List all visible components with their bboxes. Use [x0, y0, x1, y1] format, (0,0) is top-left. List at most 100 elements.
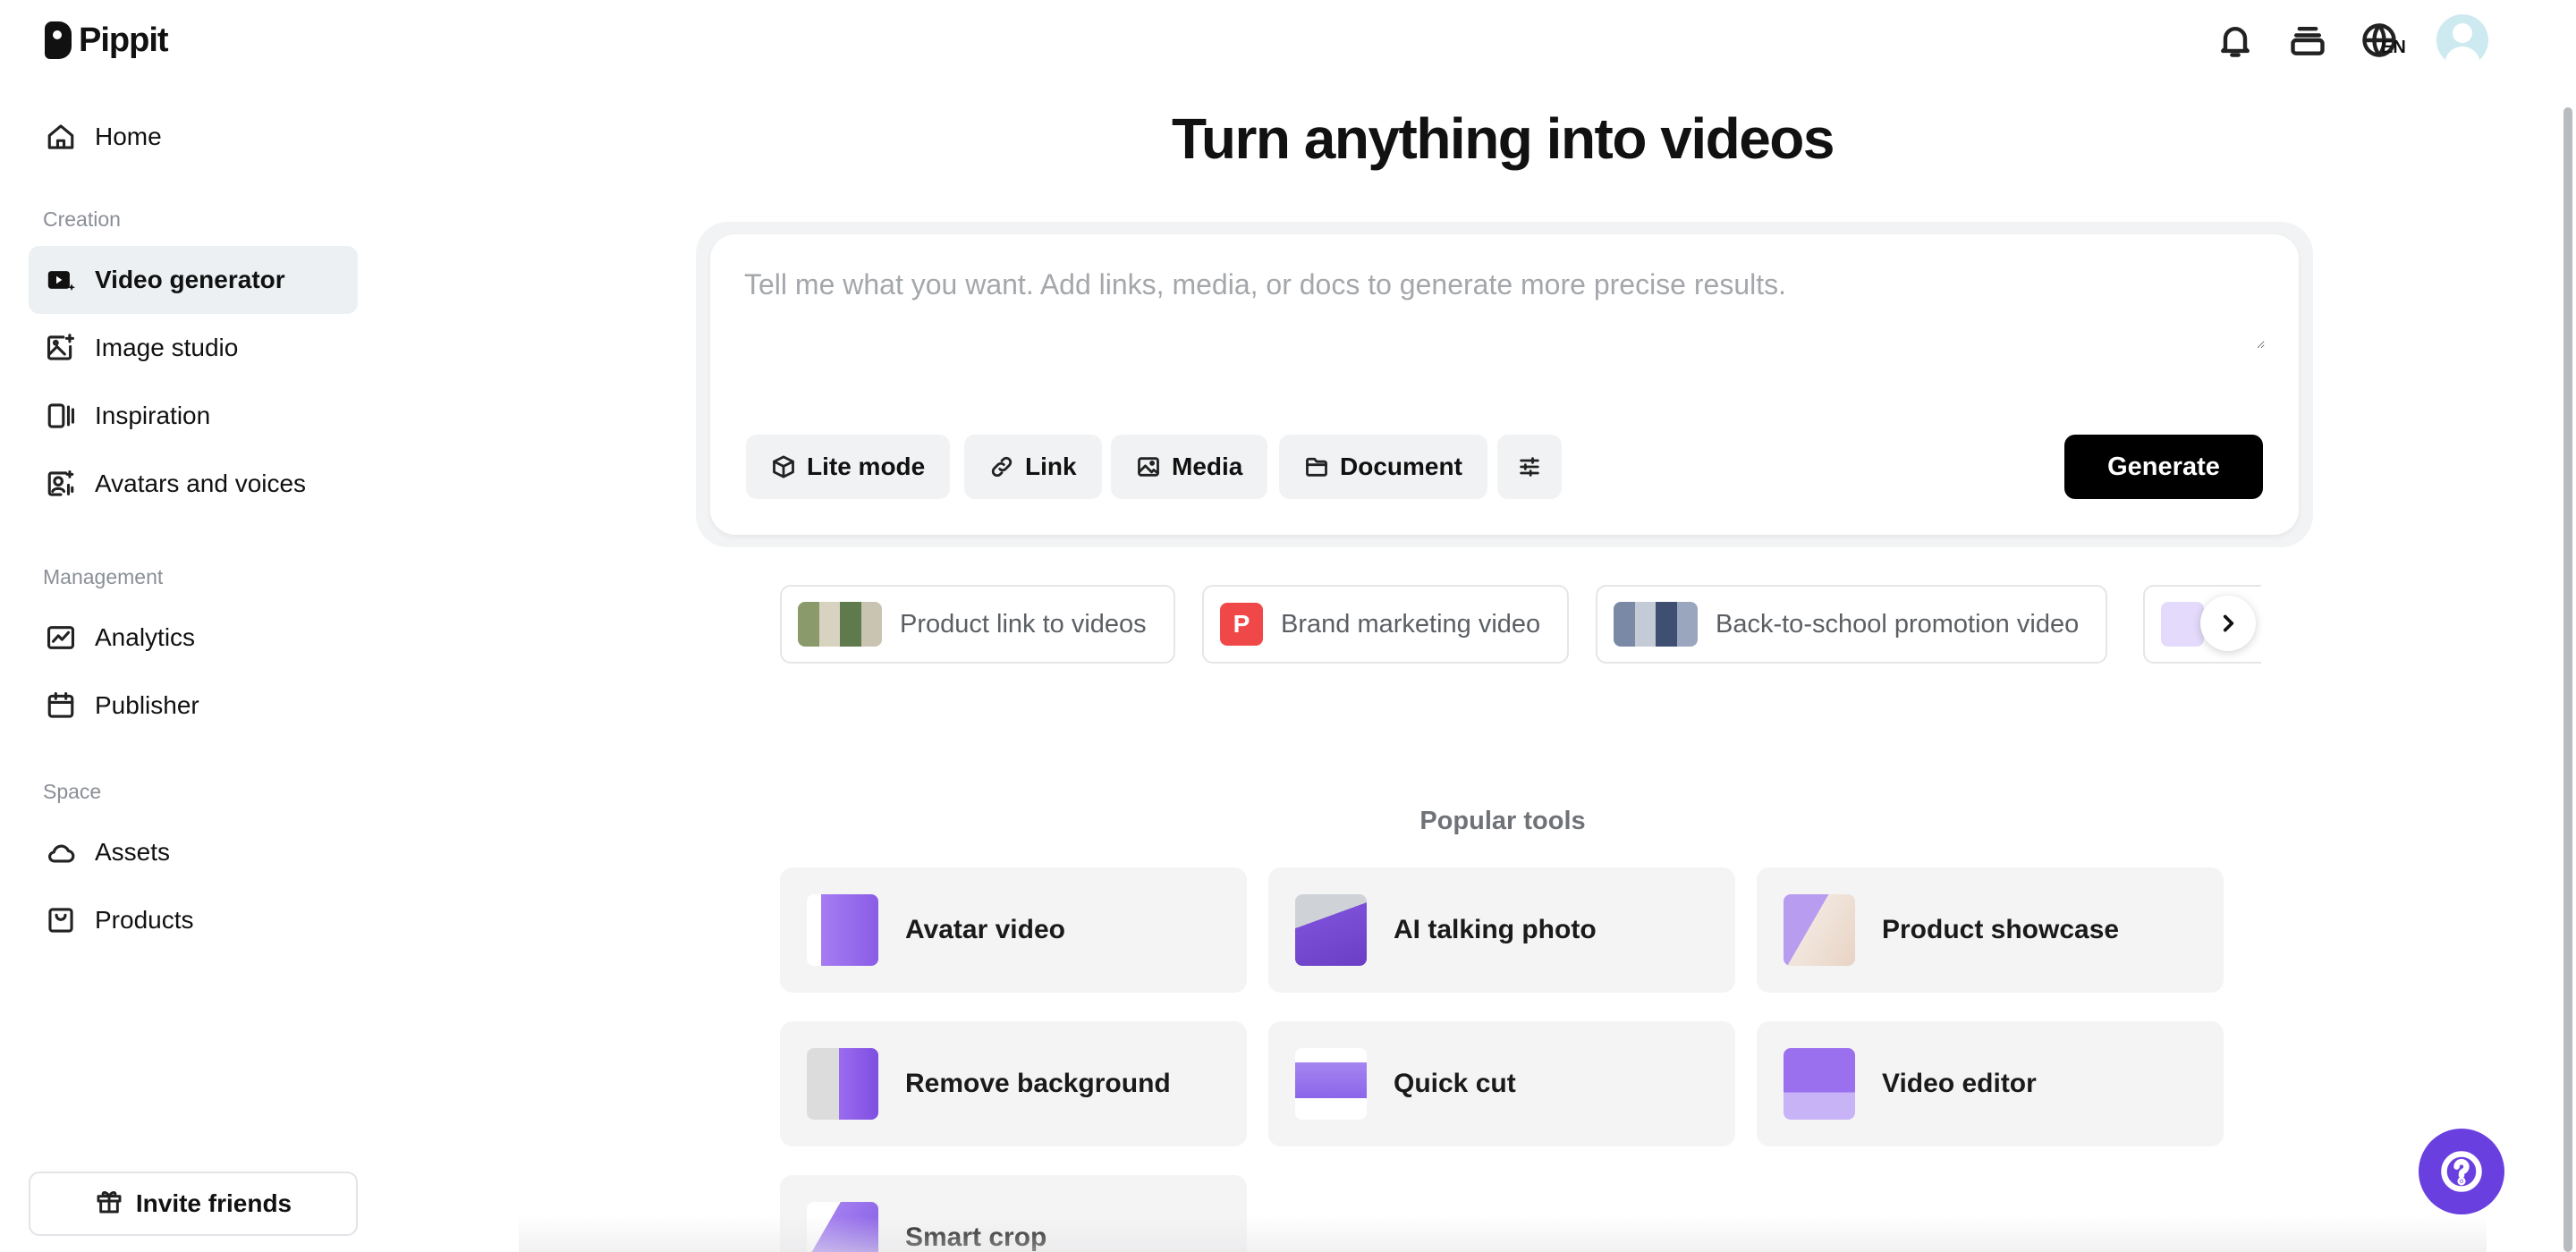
suggestions-next-button[interactable]	[2200, 596, 2256, 651]
gift-icon	[95, 1187, 123, 1222]
popular-tools-heading: Popular tools	[1419, 807, 1586, 835]
suggestion-product-link[interactable]: Product link to videos	[780, 585, 1175, 664]
link-button[interactable]: Link	[964, 435, 1102, 499]
tool-product-showcase[interactable]: Product showcase	[1757, 867, 2224, 993]
prompt-input[interactable]	[744, 268, 2265, 349]
sidebar-item-label: Avatars and voices	[95, 470, 307, 497]
document-label: Document	[1340, 453, 1462, 480]
avatar-voice-icon	[45, 468, 77, 500]
nav-management-group: Analytics Publisher	[29, 604, 358, 740]
tool-avatar-video[interactable]: Avatar video	[780, 867, 1247, 993]
generate-button[interactable]: Generate	[2064, 435, 2263, 499]
suggestion-thumbnail	[1614, 602, 1698, 647]
link-label: Link	[1025, 453, 1077, 480]
sidebar: Pippit Home Creation Video generator Ima…	[0, 0, 376, 1252]
analytics-icon	[45, 622, 77, 654]
language-code: EN	[2381, 38, 2406, 57]
sidebar-item-avatars-voices[interactable]: Avatars and voices	[29, 450, 358, 518]
nav-home-group: Home	[29, 103, 358, 171]
sidebar-item-products[interactable]: Products	[29, 886, 358, 954]
page-title: Turn anything into videos	[1172, 106, 1835, 171]
page-scrollbar[interactable]	[2563, 107, 2572, 1252]
suggestion-strip: Product link to videos P Brand marketing…	[780, 583, 2261, 665]
sliders-icon	[1520, 457, 1539, 477]
video-editor-thumbnail	[1784, 1048, 1855, 1120]
suggestion-brand-marketing[interactable]: P Brand marketing video	[1202, 585, 1570, 664]
ai-talking-photo-thumbnail	[1295, 894, 1367, 966]
link-icon	[991, 456, 1013, 478]
cube-icon	[773, 455, 794, 478]
media-label: Media	[1172, 453, 1243, 480]
lite-mode-label: Lite mode	[807, 453, 926, 480]
sidebar-item-label: Publisher	[95, 691, 199, 719]
sidebar-item-inspiration[interactable]: Inspiration	[29, 382, 358, 450]
brand-name: Pippit	[79, 21, 169, 59]
video-generator-icon	[45, 264, 77, 296]
tool-label: AI talking photo	[1394, 915, 1597, 944]
sidebar-item-label: Inspiration	[95, 402, 211, 429]
invite-friends-label: Invite friends	[135, 1189, 292, 1217]
sidebar-item-label: Home	[95, 123, 162, 150]
tool-label: Remove background	[905, 1069, 1171, 1098]
tool-quick-cut[interactable]: Quick cut	[1268, 1021, 1735, 1146]
tool-label: Product showcase	[1882, 915, 2120, 944]
question-icon	[2441, 1151, 2482, 1192]
quick-cut-thumbnail	[1295, 1048, 1367, 1120]
tool-label: Quick cut	[1394, 1069, 1516, 1098]
tool-label: Avatar video	[905, 915, 1065, 944]
home-icon	[45, 121, 77, 153]
sidebar-item-home[interactable]: Home	[29, 103, 358, 171]
sidebar-item-analytics[interactable]: Analytics	[29, 604, 358, 672]
tool-smart-crop[interactable]: Smart crop	[780, 1175, 1247, 1252]
suggestion-back-to-school[interactable]: Back-to-school promotion video	[1596, 585, 2108, 664]
bell-icon	[2221, 27, 2250, 57]
remove-background-thumbnail	[807, 1048, 878, 1120]
bag-icon	[45, 904, 77, 936]
suggestion-thumbnail	[2161, 602, 2204, 647]
sidebar-item-label: Analytics	[95, 623, 196, 651]
media-button[interactable]: Media	[1111, 435, 1268, 499]
notifications-button[interactable]	[2213, 18, 2258, 63]
suggestion-thumbnail	[798, 602, 882, 647]
tool-remove-background[interactable]: Remove background	[780, 1021, 1247, 1146]
settings-button[interactable]	[1497, 435, 1562, 499]
section-label-space: Space	[43, 780, 102, 803]
suggestion-label: Product link to videos	[900, 609, 1147, 639]
brand-logo[interactable]: Pippit	[45, 18, 169, 63]
lite-mode-button[interactable]: Lite mode	[746, 435, 951, 499]
sidebar-item-assets[interactable]: Assets	[29, 818, 358, 886]
product-showcase-thumbnail	[1784, 894, 1855, 966]
suggestion-label: Brand marketing video	[1281, 609, 1541, 639]
prompt-panel: Lite mode Link Media Document Generate	[710, 234, 2299, 535]
sidebar-item-video-generator[interactable]: Video generator	[29, 246, 358, 314]
calendar-icon	[45, 689, 77, 722]
sidebar-item-label: Products	[95, 906, 194, 934]
inspiration-icon	[45, 400, 77, 432]
document-button[interactable]: Document	[1279, 435, 1487, 499]
sidebar-item-label: Image studio	[95, 334, 239, 361]
invite-friends-button[interactable]: Invite friends	[29, 1172, 358, 1236]
nav-space-group: Assets Products	[29, 818, 358, 954]
sidebar-item-label: Assets	[95, 838, 171, 866]
section-label-management: Management	[43, 565, 164, 588]
tool-label: Smart crop	[905, 1222, 1047, 1252]
sidebar-item-image-studio[interactable]: Image studio	[29, 314, 358, 382]
section-label-creation: Creation	[43, 207, 121, 231]
credits-button[interactable]	[2285, 18, 2330, 63]
avatar-video-thumbnail	[807, 894, 878, 966]
image-studio-icon	[45, 332, 77, 364]
nav-creation-group: Video generator Image studio Inspiration…	[29, 246, 358, 518]
pippit-logo-icon	[45, 21, 72, 59]
suggestion-label: Back-to-school promotion video	[1716, 609, 2080, 639]
tool-ai-talking-photo[interactable]: AI talking photo	[1268, 867, 1735, 993]
layers-icon	[2291, 26, 2325, 55]
brand-badge: P	[1220, 603, 1263, 646]
folder-icon	[1306, 457, 1327, 477]
image-icon	[1138, 457, 1159, 477]
avatar[interactable]	[2436, 14, 2488, 66]
help-button[interactable]	[2419, 1129, 2504, 1214]
sidebar-item-publisher[interactable]: Publisher	[29, 672, 358, 740]
tool-label: Video editor	[1882, 1069, 2037, 1098]
tool-video-editor[interactable]: Video editor	[1757, 1021, 2224, 1146]
chevron-right-icon	[2223, 614, 2234, 632]
